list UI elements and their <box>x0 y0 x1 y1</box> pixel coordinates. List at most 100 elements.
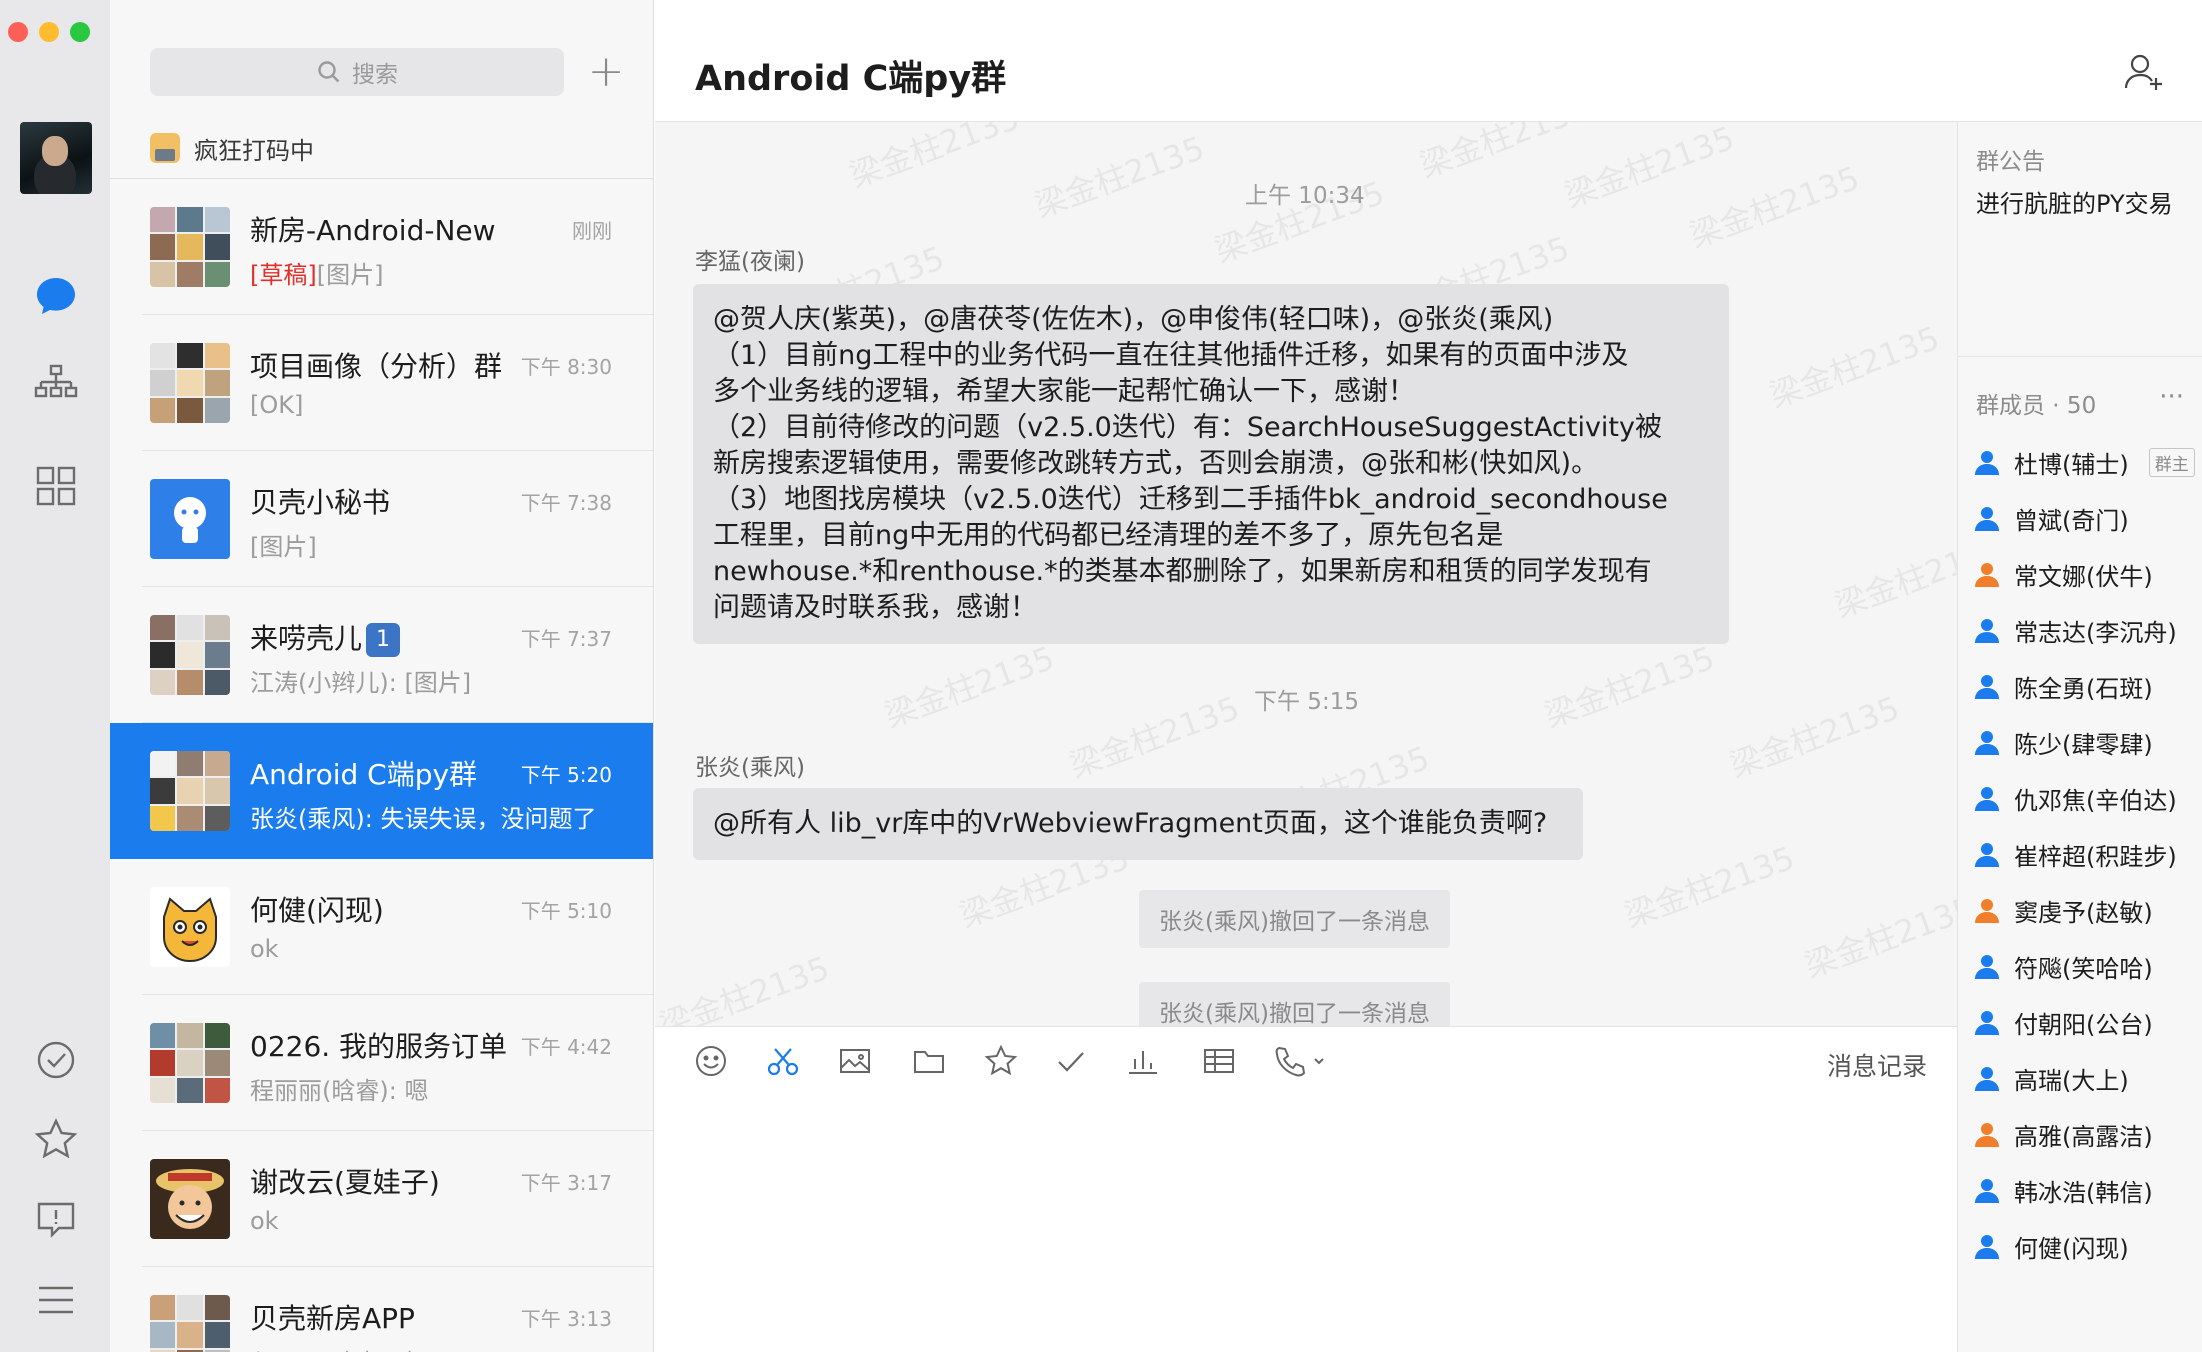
watermark-text: 梁金柱2135 <box>1764 318 1945 416</box>
more-members-button[interactable]: ··· <box>2159 382 2184 412</box>
folder-icon[interactable] <box>911 1043 951 1083</box>
chat-item-hejian[interactable]: 何健(闪现) 下午 5:10 ok <box>110 859 653 995</box>
person-icon <box>1975 619 1999 643</box>
chat-time: 下午 3:17 <box>520 1171 612 1195</box>
member-item[interactable]: 付朝阳(公台) <box>1974 1002 2153 1042</box>
feedback-icon[interactable] <box>28 1192 84 1248</box>
org-chart-icon[interactable] <box>28 356 84 412</box>
user-status[interactable]: 疯狂打码中 <box>150 128 314 168</box>
watermark-text: 梁金柱2135 <box>1064 688 1245 786</box>
message-line: （1）目前ng工程中的业务代码一直在往其他插件迁移，如果有的页面中涉及 <box>713 340 1629 371</box>
member-item[interactable]: 陈全勇(石斑) <box>1974 666 2153 706</box>
member-item[interactable]: 仇邓焦(辛伯达) <box>1974 778 2177 818</box>
chat-preview: 程丽丽(晗睿): 好 <box>250 1343 610 1352</box>
zoom-window-button[interactable] <box>70 22 90 42</box>
chat-time: 下午 4:42 <box>520 1035 612 1059</box>
chart-icon[interactable] <box>1125 1043 1165 1083</box>
member-item[interactable]: 曾斌(奇门) <box>1974 498 2129 538</box>
watermark-text: 梁金柱2135 <box>1559 122 1740 216</box>
apps-grid-icon[interactable] <box>28 458 84 514</box>
chat-preview: [图片] <box>250 533 317 561</box>
member-item[interactable]: 韩冰浩(韩信) <box>1974 1170 2153 1210</box>
message-composer[interactable]: 消息记录 <box>655 1026 1957 1352</box>
chat-name: 项目画像（分析）群 <box>250 350 503 383</box>
notice-text[interactable]: 进行肮脏的PY交易 <box>1976 184 2196 219</box>
chat-name: Android C端py群 <box>250 758 478 791</box>
member-item[interactable]: 杜博(辅士) 群主 <box>1974 442 2195 482</box>
luffy-avatar <box>150 1159 230 1239</box>
minimize-window-button[interactable] <box>39 22 59 42</box>
chat-name: 来唠壳儿 1 <box>250 617 520 657</box>
table-icon[interactable] <box>1201 1043 1241 1083</box>
person-icon <box>1975 731 1999 755</box>
todo-check-icon[interactable] <box>28 1032 84 1088</box>
chat-item-project-portrait[interactable]: 项目画像（分析）群 下午 8:30 [OK] <box>110 315 653 451</box>
chat-item-laolao-ker[interactable]: 来唠壳儿 1 下午 7:37 江涛(小辫儿): [图片] <box>110 587 653 723</box>
member-item[interactable]: 崔梓超(积跬步) <box>1974 834 2177 874</box>
person-icon <box>1975 955 1999 979</box>
chat-item-android-c-py[interactable]: Android C端py群 下午 5:20 张炎(乘风): 失误失误，没问题了 <box>110 723 653 859</box>
chat-preview: [OK] <box>250 391 304 419</box>
menu-icon[interactable] <box>28 1272 84 1328</box>
chat-name: 何健(闪现) <box>250 894 384 927</box>
person-icon <box>1975 1067 1999 1091</box>
message-history-link[interactable]: 消息记录 <box>1827 1047 1927 1083</box>
member-name: 韩冰浩(韩信) <box>2014 1178 2153 1207</box>
person-icon <box>1975 899 1999 923</box>
star-icon[interactable] <box>983 1043 1023 1083</box>
watermark-text: 梁金柱2135 <box>1799 888 1957 986</box>
chat-bubble-icon[interactable] <box>28 268 84 324</box>
watermark-text: 梁金柱2135 <box>1619 838 1800 936</box>
chat-list-panel: 搜索 + 疯狂打码中 新房-Android-New 刚刚 [草稿][图片] 项目… <box>110 0 654 1352</box>
new-chat-button[interactable]: + <box>586 50 626 94</box>
check-icon[interactable] <box>1053 1043 1093 1083</box>
member-name: 窦虔予(赵敏) <box>2014 898 2153 927</box>
chat-item-beike-secretary[interactable]: 贝壳小秘书 下午 7:38 [图片] <box>110 451 653 587</box>
image-icon[interactable] <box>837 1043 877 1083</box>
member-name: 高瑞(大上) <box>2014 1066 2129 1095</box>
member-item[interactable]: 符飚(笑哈哈) <box>1974 946 2153 986</box>
message-bubble[interactable]: @贺人庆(紫英)，@唐茯苓(佐佐木)，@申俊伟(轻口味)，@张炎(乘风) （1）… <box>693 284 1729 644</box>
scissors-icon[interactable] <box>765 1043 805 1083</box>
person-icon <box>1975 843 1999 867</box>
chat-item-xiegaiyun[interactable]: 谢改云(夏娃子) 下午 3:17 ok <box>110 1131 653 1267</box>
member-item[interactable]: 何健(闪现) <box>1974 1226 2129 1266</box>
chat-item-beike-xinfang-app[interactable]: 贝壳新房APP 下午 3:13 程丽丽(晗睿): 好 <box>110 1267 653 1352</box>
person-icon <box>1975 507 1999 531</box>
favorites-star-icon[interactable] <box>28 1112 84 1168</box>
member-name: 常文娜(伏牛) <box>2014 562 2153 591</box>
member-item[interactable]: 高瑞(大上) <box>1974 1058 2129 1098</box>
watermark-text: 梁金柱2135 <box>1684 158 1865 256</box>
member-item[interactable]: 常文娜(伏牛) <box>1974 554 2153 594</box>
member-item[interactable]: 常志达(李沉舟) <box>1974 610 2177 650</box>
search-input[interactable]: 搜索 <box>150 48 564 96</box>
watermark-text: 梁金柱2135 <box>1029 128 1210 226</box>
chat-item-0226-orders[interactable]: 0226. 我的服务订单 下午 4:42 程丽丽(晗睿): 嗯 <box>110 995 653 1131</box>
cat-avatar <box>150 887 230 967</box>
person-icon <box>1975 1179 1999 1203</box>
emoji-icon[interactable] <box>693 1043 733 1083</box>
group-avatar <box>150 615 230 695</box>
add-member-icon[interactable] <box>2122 50 2166 94</box>
person-icon <box>1975 563 1999 587</box>
message-area[interactable]: 梁金柱2135 梁金柱2135 梁金柱2135 梁金柱2135 梁金柱2135 … <box>655 122 1957 1026</box>
chat-name: 0226. 我的服务订单 <box>250 1030 508 1063</box>
member-item[interactable]: 高雅(高露洁) <box>1974 1114 2153 1154</box>
robot-icon <box>174 497 206 543</box>
user-avatar[interactable] <box>20 122 92 194</box>
close-window-button[interactable] <box>8 22 28 42</box>
chat-name: 新房-Android-New <box>250 214 496 247</box>
person-icon <box>1975 1123 1999 1147</box>
chat-time: 下午 3:13 <box>520 1307 612 1331</box>
typing-emoji-icon <box>150 133 180 163</box>
member-name: 杜博(辅士) <box>2014 450 2129 479</box>
message-bubble[interactable]: @所有人 lib_vr库中的VrWebviewFragment页面，这个谁能负责… <box>693 788 1583 860</box>
message-line: @贺人庆(紫英)，@唐茯苓(佐佐木)，@申俊伟(轻口味)，@张炎(乘风) <box>713 304 1554 335</box>
phone-call-icon[interactable] <box>1271 1043 1343 1083</box>
secretary-avatar <box>150 479 230 559</box>
chat-item-xinfang-android-new[interactable]: 新房-Android-New 刚刚 [草稿][图片] <box>110 179 653 315</box>
member-item[interactable]: 窦虔予(赵敏) <box>1974 890 2153 930</box>
member-item[interactable]: 陈少(肆零肆) <box>1974 722 2153 762</box>
chat-time: 刚刚 <box>572 219 612 243</box>
preview-text: [图片] <box>316 261 384 289</box>
